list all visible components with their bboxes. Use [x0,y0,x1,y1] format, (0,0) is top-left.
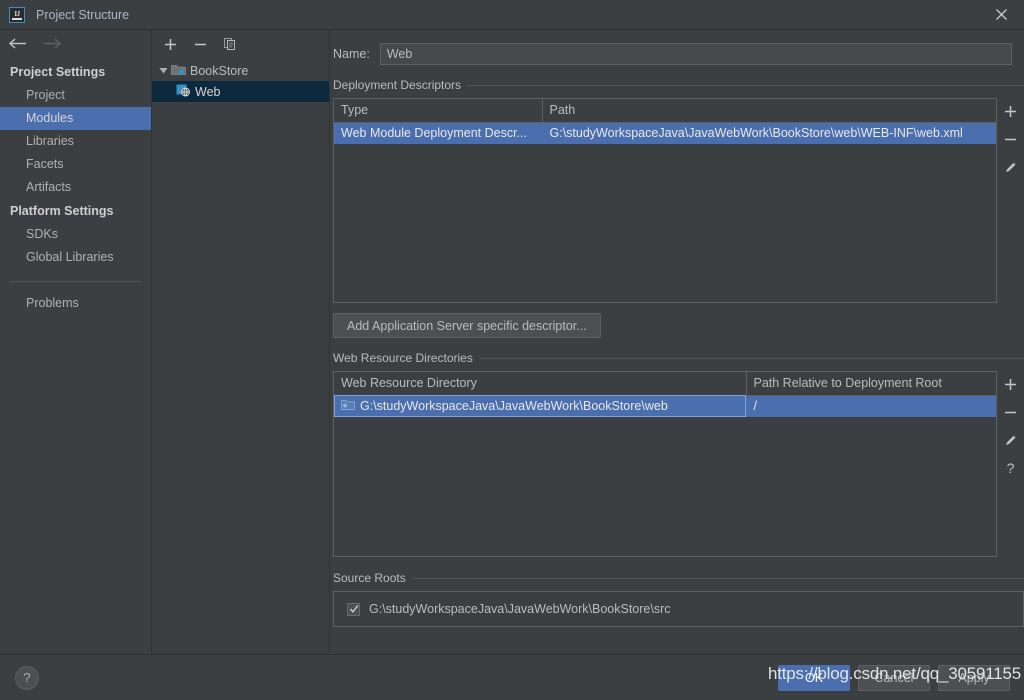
source-root-path: G:\studyWorkspaceJava\JavaWebWork\BookSt… [369,602,671,616]
module-name-input[interactable] [379,43,1012,65]
sidebar-item-sdks[interactable]: SDKs [0,223,151,246]
sidebar-item-project[interactable]: Project [0,84,151,107]
column-header-web-resource-directory[interactable]: Web Resource Directory [334,372,747,396]
cell-descriptor-type[interactable]: Web Module Deployment Descr... [334,122,543,144]
forward-arrow-icon[interactable] [43,37,62,53]
remove-web-resource-button[interactable] [1001,403,1021,421]
table-header-row: Type Path [334,99,996,123]
cell-text: G:\studyWorkspaceJava\JavaWebWork\BookSt… [360,399,668,414]
settings-sidebar: Project Settings Project Modules Librari… [0,30,152,654]
web-resource-directories-table: Web Resource Directory Path Relative to … [334,372,996,417]
section-rule [478,357,1024,359]
help-web-resource-icon[interactable]: ? [1001,459,1021,477]
module-tree: BookStore Web [152,58,329,654]
add-descriptor-button[interactable] [1001,102,1021,120]
sidebar-item-global-libraries[interactable]: Global Libraries [0,246,151,269]
source-roots-header: Source Roots [333,571,1024,585]
remove-module-button[interactable] [191,35,209,53]
column-header-path[interactable]: Path [542,99,996,123]
deployment-descriptors-table: Type Path Web Module Deployment Descr...… [334,99,996,144]
source-root-checkbox[interactable] [347,602,360,616]
edit-web-resource-pencil-icon[interactable] [1001,431,1021,449]
module-settings-panel: Name: Deployment Descriptors Type Path [330,30,1024,654]
cell-relative-path[interactable]: / [746,395,996,417]
add-application-server-descriptor-button[interactable]: Add Application Server specific descript… [333,313,601,338]
column-header-type[interactable]: Type [334,99,543,123]
copy-module-icon[interactable] [221,35,239,53]
sidebar-item-facets[interactable]: Facets [0,153,151,176]
tree-node-web[interactable]: Web [152,81,329,102]
ok-button[interactable]: OK [778,664,850,691]
module-name-row: Name: [330,30,1024,65]
footer-button-group: OK Cancel Apply [778,664,1010,691]
folder-icon [341,399,355,414]
web-resource-table-wrap: Web Resource Directory Path Relative to … [333,371,997,557]
close-icon[interactable] [978,0,1024,29]
tree-node-label: BookStore [190,63,249,78]
web-resource-directories-block: Web Resource Directory Path Relative to … [333,371,1024,557]
section-title: Source Roots [333,571,406,585]
project-structure-dialog: IJ Project Structure Project Settings Pr… [0,0,1024,700]
module-tree-toolbar [152,30,329,58]
module-tree-panel: BookStore Web [152,30,330,654]
module-folder-icon [171,63,186,79]
window-title: Project Structure [36,7,130,22]
expand-triangle-icon[interactable] [157,65,169,77]
table-row[interactable]: G:\studyWorkspaceJava\JavaWebWork\BookSt… [334,395,996,417]
deployment-descriptors-table-wrap: Type Path Web Module Deployment Descr...… [333,98,997,303]
column-header-path-relative[interactable]: Path Relative to Deployment Root [746,372,996,396]
deployment-descriptors-actions [997,98,1024,303]
remove-descriptor-button[interactable] [1001,130,1021,148]
cancel-button[interactable]: Cancel [858,664,930,691]
add-app-server-descriptor-row: Add Application Server specific descript… [333,313,1024,338]
sidebar-item-artifacts[interactable]: Artifacts [0,176,151,199]
cell-descriptor-path[interactable]: G:\studyWorkspaceJava\JavaWebWork\BookSt… [542,122,996,144]
sidebar-group-project-settings: Project Settings [10,65,106,79]
tree-node-bookstore[interactable]: BookStore [152,60,329,81]
title-bar: IJ Project Structure [0,0,1024,29]
apply-button[interactable]: Apply [938,664,1010,691]
web-facet-icon [176,83,191,100]
table-row[interactable]: Web Module Deployment Descr... G:\studyW… [334,122,996,144]
sidebar-item-problems[interactable]: Problems [0,292,151,315]
deployment-descriptors-block: Type Path Web Module Deployment Descr...… [333,98,1024,303]
table-header-row: Web Resource Directory Path Relative to … [334,372,996,396]
dialog-body: Project Settings Project Modules Librari… [0,29,1024,654]
sidebar-item-modules[interactable]: Modules [0,107,151,130]
help-icon[interactable]: ? [15,665,39,690]
intellij-idea-icon: IJ [9,6,25,23]
add-module-button[interactable] [161,35,179,53]
module-name-label: Name: [333,47,370,61]
web-resource-directories-header: Web Resource Directories [333,351,1024,365]
section-rule [467,84,1024,86]
edit-descriptor-pencil-icon[interactable] [1001,158,1021,176]
dialog-footer: ? OK Cancel Apply [0,654,1024,700]
sidebar-navigation [0,30,151,60]
sidebar-group-platform-settings: Platform Settings [10,204,114,218]
sidebar-divider [10,281,141,282]
cell-web-resource-directory[interactable]: G:\studyWorkspaceJava\JavaWebWork\BookSt… [334,395,747,417]
tree-node-label: Web [195,84,221,99]
web-resource-actions: ? [997,371,1024,557]
sidebar-item-libraries[interactable]: Libraries [0,130,151,153]
section-title: Web Resource Directories [333,351,473,365]
deployment-descriptors-header: Deployment Descriptors [333,78,1024,92]
add-web-resource-button[interactable] [1001,375,1021,393]
section-rule [411,577,1024,579]
source-roots-list: G:\studyWorkspaceJava\JavaWebWork\BookSt… [333,591,1024,627]
back-arrow-icon[interactable] [8,37,27,53]
section-title: Deployment Descriptors [333,78,462,92]
